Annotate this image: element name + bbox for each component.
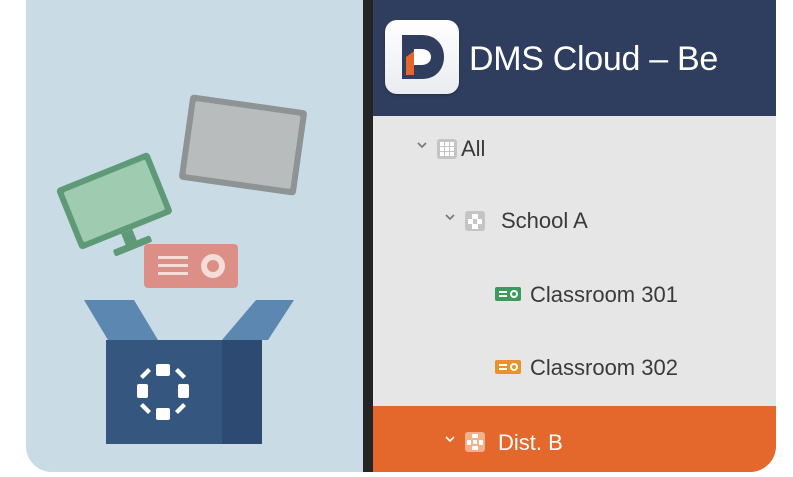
chevron-down-icon[interactable] bbox=[443, 432, 457, 446]
tree-item-label: Classroom 301 bbox=[530, 282, 678, 307]
app-card: DMS Cloud – Be All School A Classroom 30… bbox=[26, 0, 776, 472]
tablet-illustration bbox=[179, 94, 307, 196]
panel-divider bbox=[363, 0, 373, 472]
chevron-down-icon[interactable] bbox=[443, 210, 457, 224]
app-header: DMS Cloud – Be bbox=[373, 0, 776, 116]
grid-icon bbox=[436, 138, 458, 160]
tree-item-classroom-302[interactable]: Classroom 302 bbox=[373, 335, 776, 401]
dms-app-panel: DMS Cloud – Be All School A Classroom 30… bbox=[373, 0, 776, 472]
tree-item-dist-b[interactable]: Dist. B bbox=[373, 406, 776, 472]
tree-item-all[interactable]: All bbox=[373, 116, 776, 182]
tree-item-label: Classroom 302 bbox=[530, 355, 678, 380]
app-title: DMS Cloud – Be bbox=[469, 40, 719, 78]
tree-item-classroom-301[interactable]: Classroom 301 bbox=[373, 262, 776, 328]
tree-item-school-a[interactable]: School A bbox=[373, 188, 776, 254]
school-icon bbox=[464, 210, 486, 232]
chevron-down-icon[interactable] bbox=[415, 138, 429, 152]
dms-logo-icon bbox=[385, 20, 459, 94]
projector-icon bbox=[495, 286, 521, 302]
projector-icon bbox=[495, 359, 521, 375]
tree-item-label: Dist. B bbox=[498, 430, 563, 455]
district-icon bbox=[464, 431, 486, 453]
projector-illustration bbox=[144, 244, 238, 288]
device-illustration bbox=[26, 0, 363, 472]
box-illustration bbox=[106, 340, 222, 444]
tree-item-label: All bbox=[461, 136, 486, 161]
tree-item-label: School A bbox=[501, 208, 588, 233]
